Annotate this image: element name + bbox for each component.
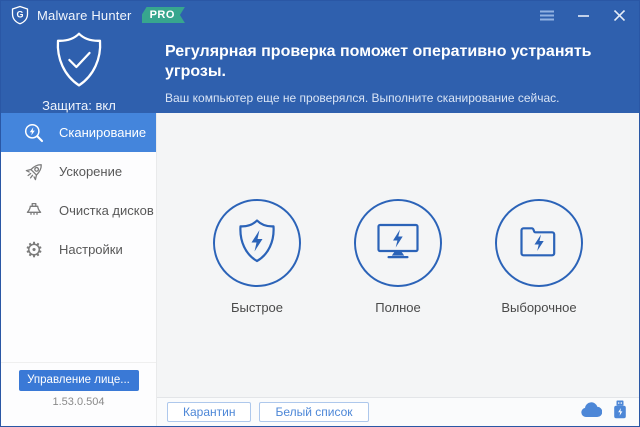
footer-icons (580, 400, 627, 424)
protection-panel: Защита: вкл (1, 29, 157, 113)
app-logo-shield-icon: G (11, 5, 29, 25)
cloud-icon[interactable] (580, 401, 603, 423)
window-controls (539, 7, 627, 23)
sidebar-item-scan[interactable]: Сканирование (1, 113, 156, 152)
scan-option-custom[interactable]: Выборочное (469, 199, 610, 397)
rocket-icon (22, 160, 46, 184)
usb-drive-icon[interactable] (613, 400, 627, 424)
folder-bolt-icon (515, 220, 563, 267)
main-panel: Быстрое Полное Выборочное Карантин Белый… (157, 113, 639, 426)
app-title: Malware Hunter (37, 7, 132, 23)
shield-check-icon (51, 31, 107, 94)
shield-bolt-icon (234, 217, 280, 270)
monitor-bolt-icon (374, 220, 422, 267)
minimize-icon[interactable] (575, 7, 591, 23)
titlebar: G Malware Hunter PRO (1, 1, 639, 29)
scan-option-full[interactable]: Полное (328, 199, 469, 397)
quarantine-button[interactable]: Карантин (167, 402, 252, 422)
scan-option-quick[interactable]: Быстрое (187, 199, 328, 397)
sidebar: Сканирование Ускорение Очистка дисков ⚙ … (1, 113, 157, 426)
pro-badge: PRO (142, 7, 185, 23)
sidebar-item-boost[interactable]: Ускорение (1, 152, 156, 191)
top-blue-panel: G Malware Hunter PRO Защита: вкл Регуляр… (1, 1, 639, 113)
sidebar-item-label: Ускорение (59, 164, 123, 179)
sidebar-item-label: Настройки (59, 242, 123, 257)
sidebar-footer: Управление лице... 1.53.0.504 (1, 362, 156, 426)
body: Сканирование Ускорение Очистка дисков ⚙ … (1, 113, 639, 426)
footer-bar: Карантин Белый список (157, 397, 639, 426)
custom-scan-circle[interactable] (495, 199, 583, 287)
sidebar-item-label: Сканирование (59, 125, 147, 140)
app-window: G Malware Hunter PRO Защита: вкл Регуляр… (0, 0, 640, 427)
header-text: Регулярная проверка поможет оперативно у… (157, 29, 639, 113)
whitelist-button[interactable]: Белый список (259, 402, 369, 422)
version-label: 1.53.0.504 (52, 396, 105, 408)
scan-option-label: Быстрое (230, 300, 284, 315)
close-icon[interactable] (611, 7, 627, 23)
header-title: Регулярная проверка поможет оперативно у… (165, 43, 592, 80)
license-management-button[interactable]: Управление лице... (18, 370, 139, 391)
logo-letter: G (16, 10, 23, 20)
scan-option-label: Полное (375, 300, 421, 315)
protection-status: Защита: вкл (42, 98, 116, 113)
full-scan-circle[interactable] (354, 199, 442, 287)
scan-option-label: Выборочное (501, 300, 577, 315)
header: Защита: вкл Регулярная проверка поможет … (1, 29, 639, 113)
gear-icon: ⚙ (24, 237, 44, 262)
sidebar-item-disk-cleaner[interactable]: Очистка дисков (1, 191, 156, 230)
menu-icon[interactable] (539, 7, 555, 23)
quick-scan-circle[interactable] (213, 199, 301, 287)
magnifier-bolt-icon (22, 121, 46, 145)
sidebar-item-settings[interactable]: ⚙ Настройки (1, 230, 156, 269)
broom-icon (22, 199, 46, 223)
header-subtitle: Ваш компьютер еще не проверялся. Выполни… (165, 91, 560, 105)
sidebar-item-label: Очистка дисков (59, 203, 154, 218)
scan-options: Быстрое Полное Выборочное (157, 113, 639, 397)
